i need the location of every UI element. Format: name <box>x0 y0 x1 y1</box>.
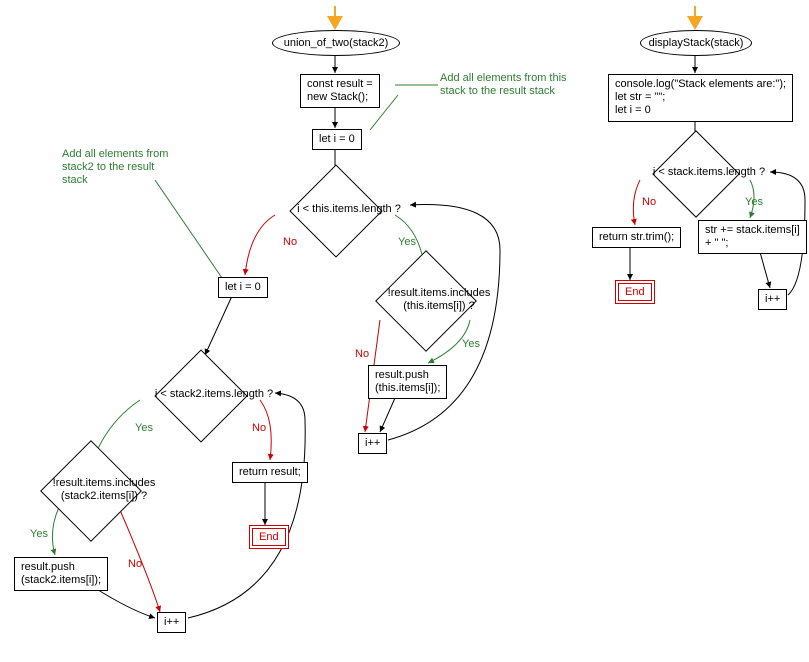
process-inc-1: i++ <box>358 433 387 454</box>
process-return-result: return result; <box>232 462 308 483</box>
edge-no: No <box>642 196 656 208</box>
edge-no: No <box>283 236 297 248</box>
edge-yes: Yes <box>30 528 48 540</box>
edge-yes: Yes <box>398 236 416 248</box>
process-i-zero-2: let i = 0 <box>218 277 268 298</box>
decision-includes-this: !result.items.includes (this.items[i]) ? <box>365 250 485 350</box>
process-push-this: result.push (this.items[i]); <box>368 365 447 399</box>
decision-this-length: i < this.items.length ? <box>285 160 385 260</box>
edge-yes: Yes <box>462 338 480 350</box>
edge-no: No <box>355 348 369 360</box>
edge-no: No <box>252 422 266 434</box>
edge-yes: Yes <box>745 196 763 208</box>
edge-no: No <box>128 558 142 570</box>
process-push-stack2: result.push (stack2.items[i]); <box>14 557 108 591</box>
process-init-result: const result = new Stack(); <box>300 74 380 108</box>
process-inc-2: i++ <box>157 612 186 633</box>
start-node-display: displayStack(stack) <box>640 30 752 56</box>
process-inc2: i++ <box>758 289 787 310</box>
edge-yes: Yes <box>135 422 153 434</box>
decision-includes-stack2: !result.items.includes (stack2.items[i])… <box>20 440 160 540</box>
process-return2: return str.trim(); <box>592 227 681 248</box>
start-node-union: union_of_two(stack2) <box>272 30 400 56</box>
end-node-1: End <box>252 528 286 546</box>
process-append2: str += stack.items[i] + " "; <box>698 220 807 254</box>
start-label: union_of_two(stack2) <box>284 37 389 49</box>
decision-stack-length: i < stack.items.length ? <box>640 128 750 218</box>
end-node-2: End <box>618 283 652 301</box>
process-init2: console.log("Stack elements are:"); let … <box>608 74 793 122</box>
decision-stack2-length: i < stack2.items.length ? <box>140 340 260 450</box>
process-i-zero-1: let i = 0 <box>312 129 362 150</box>
comment-this-stack: Add all elements from this stack to the … <box>440 72 567 98</box>
comment-stack2: Add all elements from stack2 to the resu… <box>62 148 168 188</box>
flowchart-canvas: union_of_two(stack2) const result = new … <box>0 0 809 662</box>
